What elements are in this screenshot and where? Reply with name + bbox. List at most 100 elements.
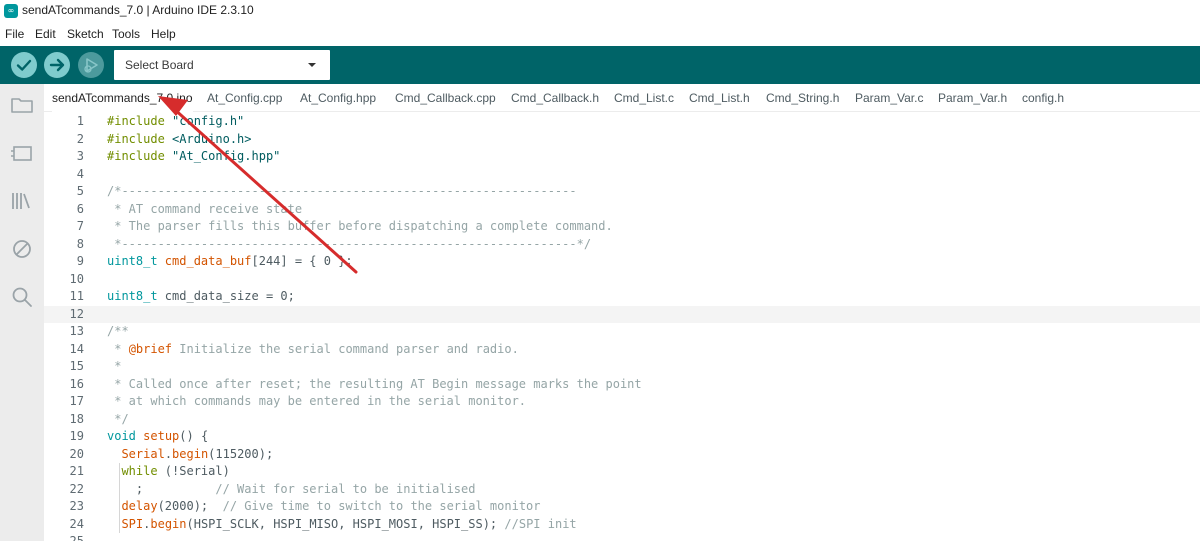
code-token: #include — [107, 149, 173, 163]
code-line[interactable]: 14 * @brief Initialize the serial comman… — [44, 341, 1200, 359]
line-number: 20 — [69, 446, 84, 461]
code-text: uint8_t cmd_data_buf[244] = { 0 }; — [107, 253, 353, 271]
tab-param-var-c[interactable]: Param_Var.c — [855, 84, 923, 112]
menu-file[interactable]: File — [5, 27, 24, 41]
code-line[interactable]: 8 *-------------------------------------… — [44, 236, 1200, 254]
line-number: 7 — [76, 219, 84, 233]
code-line[interactable]: 5 /*-------------------------------------… — [44, 183, 1200, 201]
debug-circle-icon[interactable] — [9, 236, 35, 262]
code-token: Serial — [121, 446, 165, 461]
code-text: void setup() { — [107, 428, 208, 446]
code-token: (115200); — [208, 446, 274, 461]
code-line[interactable]: 12 — [44, 305, 1200, 323]
code-line[interactable]: 6 * AT command receive state — [44, 201, 1200, 219]
line-number: 25 — [69, 534, 84, 541]
tab-param-var-h[interactable]: Param_Var.h — [938, 84, 1007, 112]
code-line[interactable]: 2 #include <Arduino.h> — [44, 131, 1200, 149]
code-line[interactable]: 15 * — [44, 358, 1200, 376]
tab-cmd-string-h[interactable]: Cmd_String.h — [766, 84, 839, 112]
tab-config-h[interactable]: config.h — [1022, 84, 1064, 112]
code-token: setup — [143, 429, 180, 443]
code-line[interactable]: 11 uint8_t cmd_data_size = 0; — [44, 288, 1200, 306]
code-line[interactable]: 16 * Called once after reset; the result… — [44, 376, 1200, 394]
board-icon[interactable] — [9, 140, 35, 166]
code-line[interactable]: 9 uint8_t cmd_data_buf[244] = { 0 }; — [44, 253, 1200, 271]
code-line[interactable]: 19 void setup() { — [44, 428, 1200, 446]
code-token: uint8_t — [107, 254, 158, 268]
code-text: *---------------------------------------… — [107, 236, 591, 254]
code-token: () { — [179, 429, 209, 443]
code-line[interactable]: 24 SPI.begin(HSPI_SCLK, HSPI_MISO, HSPI_… — [44, 515, 1200, 533]
board-select[interactable]: Select Board — [114, 50, 330, 80]
line-number: 11 — [69, 289, 84, 303]
code-token: * The parser fills this buffer before di… — [107, 219, 613, 233]
tab-cmd-callback-cpp[interactable]: Cmd_Callback.cpp — [395, 84, 496, 112]
code-line[interactable]: 4 — [44, 166, 1200, 184]
menu-help[interactable]: Help — [151, 27, 176, 41]
code-token: #include — [107, 114, 173, 128]
code-line[interactable]: 21 while (!Serial) — [44, 463, 1200, 481]
code-token: begin — [172, 446, 209, 461]
tab-at-config-hpp[interactable]: At_Config.hpp — [300, 84, 376, 112]
menu-sketch[interactable]: Sketch — [67, 27, 104, 41]
code-token: "At_Config.hpp" — [172, 149, 281, 163]
tab-cmd-list-h[interactable]: Cmd_List.h — [689, 84, 750, 112]
code-token: * — [107, 359, 122, 373]
title-bar: ∞ sendATcommands_7.0 | Arduino IDE 2.3.1… — [0, 0, 1200, 24]
chevron-down-icon — [308, 63, 316, 67]
code-line[interactable]: 22 ; // Wait for serial to be initialise… — [44, 480, 1200, 498]
code-token: (HSPI_SCLK, HSPI_MISO, HSPI_MOSI, HSPI_S… — [186, 516, 505, 531]
code-line[interactable]: 7 * The parser fills this buffer before … — [44, 218, 1200, 236]
verify-button[interactable] — [11, 52, 37, 78]
code-token: SPI — [121, 516, 144, 531]
tab-cmd-callback-h[interactable]: Cmd_Callback.h — [511, 84, 599, 112]
code-text: * The parser fills this buffer before di… — [107, 218, 613, 236]
code-line[interactable]: 3 #include "At_Config.hpp" — [44, 148, 1200, 166]
code-line[interactable]: 25 — [44, 533, 1200, 541]
menu-edit[interactable]: Edit — [35, 27, 56, 41]
code-line[interactable]: 1 #include "config.h" — [44, 113, 1200, 131]
code-line[interactable]: 17 * at which commands may be entered in… — [44, 393, 1200, 411]
code-token: (!Serial) — [157, 464, 230, 478]
code-token: . — [164, 446, 173, 461]
code-line[interactable]: 13 /** — [44, 323, 1200, 341]
code-token: * — [107, 341, 129, 356]
sidebar — [0, 84, 44, 541]
upload-button[interactable] — [44, 52, 70, 78]
line-number: 4 — [76, 166, 84, 181]
check-icon — [16, 59, 32, 71]
code-text: uint8_t cmd_data_size = 0; — [107, 288, 295, 306]
code-token: @brief — [128, 341, 173, 356]
library-icon[interactable] — [9, 188, 35, 214]
code-line[interactable]: 20 Serial.begin(115200); — [44, 446, 1200, 464]
code-text: /*--------------------------------------… — [107, 183, 577, 201]
folder-icon[interactable] — [9, 92, 35, 118]
code-token: "config.h" — [172, 114, 245, 128]
menu-tools[interactable]: Tools — [112, 27, 140, 41]
code-token: ; — [107, 481, 216, 496]
code-line[interactable]: 18 */ — [44, 411, 1200, 429]
tab-sendatcommands-ino[interactable]: sendATcommands_7.0.ino — [52, 84, 193, 112]
code-token: [244] = { 0 }; — [251, 254, 353, 268]
search-icon[interactable] — [9, 284, 35, 310]
tab-at-config-cpp[interactable]: At_Config.cpp — [207, 84, 282, 112]
line-number: 19 — [69, 429, 84, 443]
code-token: (2000); — [157, 499, 223, 513]
line-number: 1 — [76, 114, 84, 128]
code-text: * Called once after reset; the resulting… — [107, 376, 641, 394]
code-token: // Give time to switch to the serial mon… — [222, 499, 541, 513]
code-token: while — [121, 464, 158, 478]
tab-cmd-list-c[interactable]: Cmd_List.c — [614, 84, 674, 112]
debug-button[interactable] — [78, 52, 104, 78]
code-token: // Wait for serial to be initialised — [215, 481, 476, 496]
code-token: Initialize the serial command parser and… — [172, 341, 519, 356]
code-line[interactable]: 23 delay(2000); // Give time to switch t… — [44, 498, 1200, 516]
code-editor[interactable]: 1 #include "config.h" 2 #include <Arduino.h… — [44, 112, 1200, 541]
code-line[interactable]: 10 — [44, 271, 1200, 289]
line-number: 21 — [69, 464, 84, 478]
code-token: cmd_data_size = 0; — [157, 289, 295, 303]
code-text: * @brief Initialize the serial command p… — [107, 341, 519, 359]
tab-bar: sendATcommands_7.0.ino At_Config.cpp At_… — [44, 84, 1200, 112]
